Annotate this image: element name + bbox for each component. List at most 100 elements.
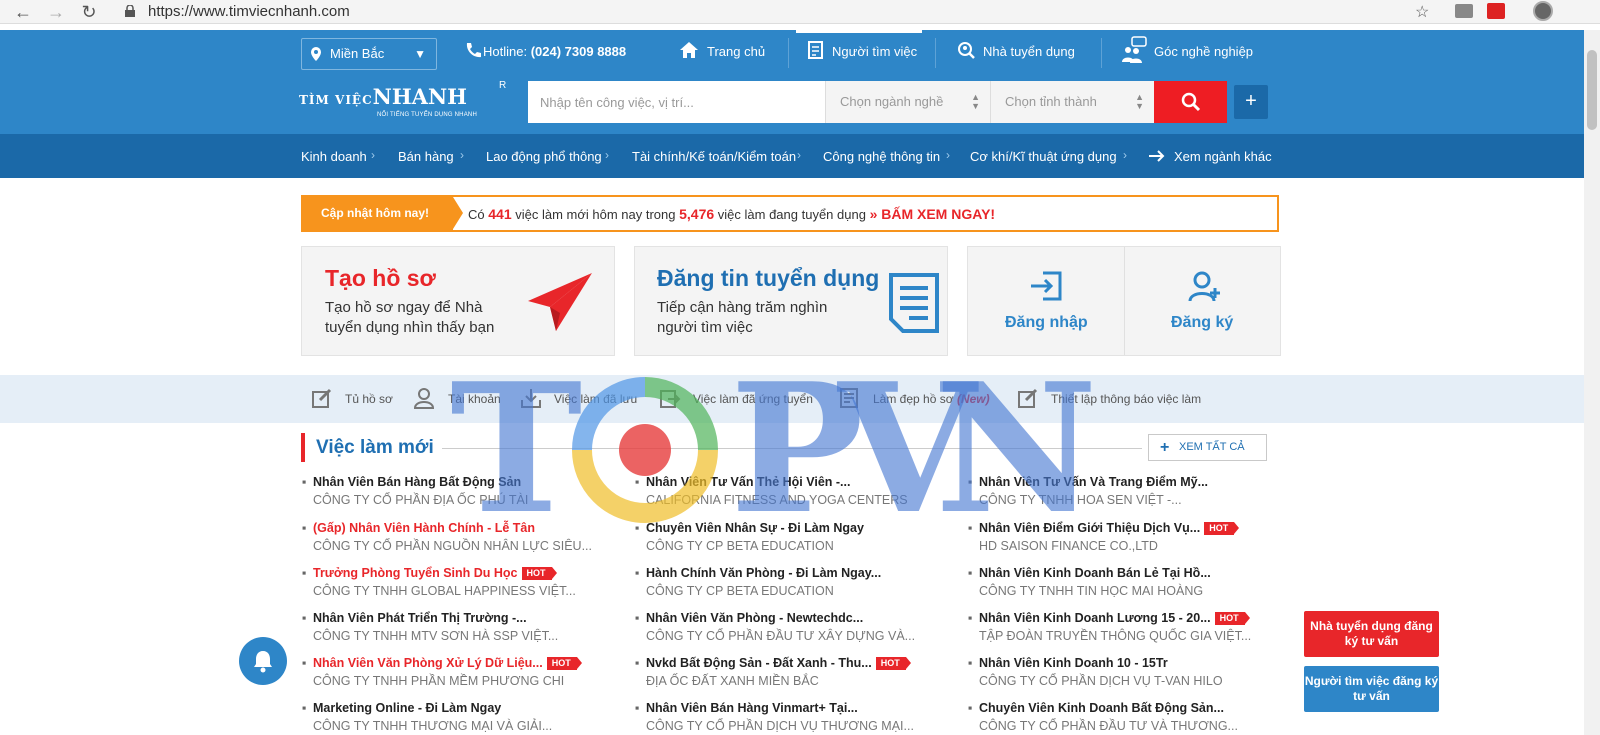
extension-icon[interactable] — [1455, 4, 1473, 18]
search-button[interactable] — [1154, 81, 1227, 123]
category-business[interactable]: Kinh doanh — [301, 149, 367, 164]
job-title: Nhân Viên Tư Vấn Thẻ Hội Viên -... — [646, 475, 851, 489]
profile-avatar[interactable] — [1533, 1, 1553, 21]
page-scrollbar[interactable] — [1584, 30, 1600, 735]
job-title: Marketing Online - Đi Làm Ngay — [313, 701, 502, 715]
new-badge: (New) — [956, 392, 990, 406]
job-title: Nhân Viên Bán Hàng Vinmart+ Tại... — [646, 701, 858, 715]
star-icon[interactable]: ☆ — [1415, 2, 1429, 22]
job-title: Chuyên Viên Nhân Sự - Đi Làm Ngay — [646, 521, 864, 535]
region-select[interactable]: Miền Bắc ▼ — [301, 38, 437, 70]
job-title: Nhân Viên Văn Phòng Xử Lý Dữ Liệu... — [313, 656, 543, 670]
post-job-title: Đăng tin tuyển dụng — [657, 265, 880, 291]
paper-plane-icon — [528, 273, 592, 331]
industry-select[interactable]: Chọn ngành nghề ▲ ▼ — [825, 81, 990, 123]
arrow-right-icon[interactable]: → — [45, 1, 67, 23]
toolbar-profiles[interactable]: Tủ hồ sơ — [345, 392, 393, 406]
browser-toolbar: ← → ↻ https://www.timviecnhanh.com ☆ — [0, 0, 1600, 24]
job-company: CÔNG TY CỔ PHẦN DỊCH VỤ T-VAN HILO — [979, 674, 1223, 688]
daily-update-banner[interactable]: Cập nhật hôm nay! Có 441 việc làm mới hô… — [301, 195, 1279, 232]
login-icon — [1031, 271, 1062, 301]
job-company: HD SAISON FINANCE CO.,LTD — [979, 539, 1158, 553]
bell-icon — [254, 651, 272, 673]
site-logo[interactable]: TÌM VIỆCNHANH R NỔI TIẾNG TUYỂN DỤNG NHA… — [299, 80, 506, 124]
job-title: Nhân Viên Phát Triển Thị Trường -... — [313, 611, 527, 625]
register-button[interactable]: Đăng ký — [1125, 247, 1281, 355]
seeker-consult-button[interactable]: Người tìm việc đăng ký tư vấn — [1304, 666, 1439, 712]
arrow-left-icon[interactable]: ← — [12, 1, 34, 23]
phone-icon — [466, 43, 481, 58]
reload-icon[interactable]: ↻ — [78, 1, 100, 23]
toolbar-job-alerts[interactable]: Thiết lập thông báo việc làm — [1051, 392, 1201, 406]
chevron-right-icon: › — [460, 148, 464, 162]
region-label: Miền Bắc — [330, 46, 385, 61]
scroll-thumb[interactable] — [1587, 50, 1597, 130]
post-job-card[interactable]: Đăng tin tuyển dụng Tiếp cận hàng trăm n… — [634, 246, 948, 356]
category-sales[interactable]: Bán hàng — [398, 149, 454, 164]
job-company: CÔNG TY TNHH TIN HỌC MAI HOÀNG — [979, 584, 1204, 598]
job-company: CÔNG TY TNHH GLOBAL HAPPINESS VIỆT... — [313, 584, 576, 598]
toolbar-applied-jobs[interactable]: Việc làm đã ứng tuyển — [693, 392, 813, 406]
document-icon — [840, 388, 858, 408]
registered-mark: R — [499, 80, 507, 91]
group-icon — [1122, 36, 1147, 63]
user-icon — [413, 388, 435, 409]
section-divider — [442, 448, 1142, 449]
more-categories-link[interactable]: Xem ngành khác — [1174, 149, 1272, 164]
advanced-search-button[interactable]: + — [1234, 85, 1268, 119]
job-company: CÔNG TY TNHH MTV SƠN HÀ SSP VIỆT... — [313, 629, 559, 643]
login-button[interactable]: Đăng nhập — [968, 247, 1124, 355]
edit-icon — [1018, 388, 1038, 408]
job-company: CALIFORNIA FITNESS AND YOGA CENTERS — [646, 493, 908, 507]
update-label: Cập nhật hôm nay! — [303, 197, 463, 230]
view-now-link[interactable]: » BẤM XEM NGAY! — [870, 206, 996, 222]
search-person-icon — [958, 42, 975, 59]
employer-consult-button[interactable]: Nhà tuyển dụng đăng ký tư vấn — [1304, 611, 1439, 657]
hotline[interactable]: Hotline: (024) 7309 8888 — [483, 44, 626, 59]
city-select[interactable]: Chọn tỉnh thành ▲ ▼ — [990, 81, 1154, 123]
create-profile-title: Tạo hồ sơ — [325, 265, 436, 291]
nav-home[interactable]: Trang chủ — [707, 44, 765, 59]
divider — [788, 38, 789, 68]
update-text: Có 441 việc làm mới hôm nay trong 5,476 … — [468, 206, 996, 222]
job-title: (Gấp) Nhân Viên Hành Chính - Lễ Tân — [313, 521, 535, 535]
toolbar-saved-jobs[interactable]: Việc làm đã lưu — [554, 392, 637, 406]
register-label: Đăng ký — [1171, 314, 1234, 331]
job-company: CÔNG TY CỔ PHẦN ĐẦU TƯ XÂY DỰNG VÀ... — [646, 629, 916, 643]
new-jobs-count: 441 — [488, 206, 512, 222]
login-label: Đăng nhập — [1005, 314, 1088, 331]
toolbar-beautify-profile[interactable]: Làm đẹp hồ sơ (New) — [873, 392, 990, 406]
category-it[interactable]: Công nghệ thông tin — [823, 149, 940, 164]
category-finance[interactable]: Tài chính/Kế toán/Kiểm toán — [632, 149, 796, 164]
add-user-icon — [1188, 271, 1220, 302]
hot-badge: HOT — [521, 567, 557, 580]
extension-icon[interactable] — [1487, 3, 1505, 19]
see-all-button[interactable]: + XEM TẤT CẢ — [1148, 434, 1267, 461]
notification-bell-button[interactable] — [239, 637, 287, 685]
job-search-input[interactable] — [528, 81, 825, 123]
create-profile-card[interactable]: Tạo hồ sơ Tạo hồ sơ ngay để Nhà tuyển dụ… — [301, 246, 615, 356]
category-engineering[interactable]: Cơ khí/Kĩ thuật ứng dụng — [970, 149, 1117, 164]
divider — [935, 38, 936, 68]
job-company: CÔNG TY CỔ PHẦN ĐẦU TƯ VÀ THƯƠNG... — [979, 719, 1238, 733]
account-card: Đăng nhập Đăng ký — [967, 246, 1281, 356]
nav-career-corner[interactable]: Góc nghề nghiệp — [1154, 44, 1253, 59]
plus-icon: + — [1160, 439, 1170, 456]
hot-badge: HOT — [1204, 522, 1240, 535]
hot-badge: HOT — [1214, 612, 1250, 625]
toolbar-account[interactable]: Tài khoản — [448, 392, 501, 406]
nav-employer[interactable]: Nhà tuyển dụng — [983, 44, 1075, 59]
job-title: Nhân Viên Tư Vấn Và Trang Điểm Mỹ... — [979, 475, 1209, 489]
sort-arrows-icon: ▲ ▼ — [1135, 92, 1144, 111]
home-icon — [680, 42, 698, 58]
divider — [1101, 38, 1102, 68]
job-title: Nhân Viên Điểm Giới Thiệu Dịch Vụ... — [979, 521, 1201, 535]
address-bar[interactable]: https://www.timviecnhanh.com — [148, 3, 350, 20]
nav-job-seeker[interactable]: Người tìm việc — [832, 44, 917, 59]
sort-arrows-icon: ▲ ▼ — [971, 92, 980, 111]
category-labor[interactable]: Lao động phổ thông — [486, 149, 602, 164]
search-icon — [1181, 92, 1201, 112]
arrow-right-icon — [1149, 150, 1165, 162]
logo-wordmark: TÌM VIỆCNHANH — [299, 84, 467, 109]
section-title: Việc làm mới — [316, 437, 434, 458]
